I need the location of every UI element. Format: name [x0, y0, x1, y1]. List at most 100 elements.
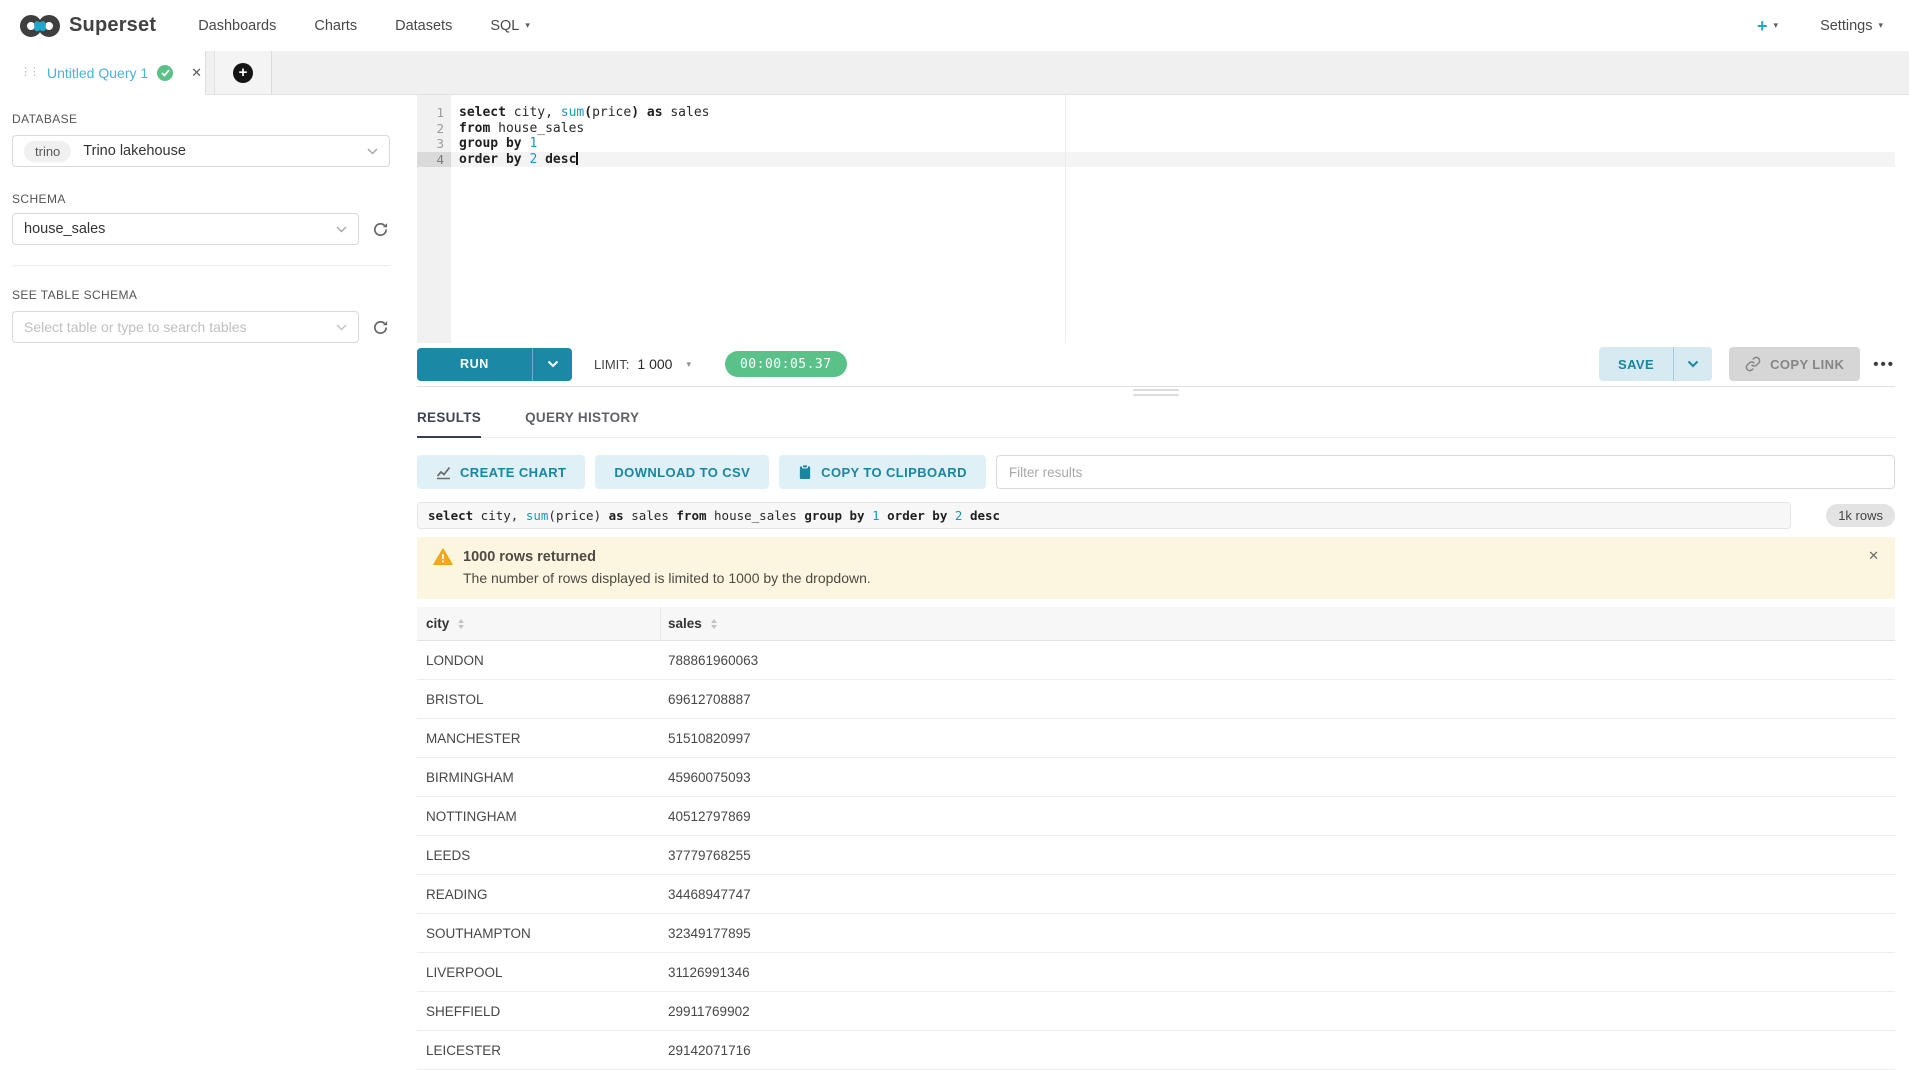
superset-logo[interactable]: Superset: [20, 14, 156, 38]
schema-label: SCHEMA: [12, 192, 390, 206]
cell-city: SOUTHAMPTON: [417, 926, 661, 941]
table-row: LONDON788861960063: [417, 641, 1895, 680]
new-item-menu[interactable]: + ▾: [1757, 17, 1778, 35]
results-table-header: city sales: [417, 607, 1895, 641]
chevron-down-icon: [367, 142, 378, 160]
code-token: group by: [459, 136, 522, 151]
sql-lab-page: Superset Dashboards Charts Datasets SQL …: [0, 0, 1909, 1070]
main-area: DATABASE trino Trino lakehouse SCHEMA ho…: [0, 95, 1909, 1070]
nav-item-datasets[interactable]: Datasets: [395, 18, 452, 34]
code-line: select city, sum(price) as sales: [451, 105, 1895, 121]
tab-untitled-query-1[interactable]: ⋮⋮ Untitled Query 1 ✕: [0, 51, 206, 95]
code-token: price: [592, 105, 631, 120]
nav-item-charts[interactable]: Charts: [314, 18, 357, 34]
run-options-button[interactable]: [532, 348, 572, 381]
refresh-schemas-button[interactable]: [370, 221, 390, 238]
chevron-down-icon: ▾: [686, 359, 691, 370]
code-token: from: [676, 508, 706, 523]
code-token: city,: [473, 508, 526, 523]
top-nav: Superset Dashboards Charts Datasets SQL …: [0, 0, 1909, 51]
copy-link-button[interactable]: COPY LINK: [1729, 347, 1860, 381]
limit-dropdown[interactable]: LIMIT: 1 000 ▾: [594, 356, 691, 372]
refresh-icon: [372, 319, 389, 336]
cell-city: MANCHESTER: [417, 731, 661, 746]
query-tab-bar: ⋮⋮ Untitled Query 1 ✕ +: [0, 51, 1909, 95]
nav-item-dashboards[interactable]: Dashboards: [198, 18, 276, 34]
cell-sales: 34468947747: [661, 887, 1895, 902]
save-options-button[interactable]: [1673, 347, 1712, 381]
column-header-sales[interactable]: sales: [661, 607, 1895, 640]
cell-city: LEICESTER: [417, 1043, 661, 1058]
add-tab-section: +: [214, 51, 272, 94]
column-header-city[interactable]: city: [417, 607, 661, 640]
nav-right: + ▾ Settings ▾: [1757, 17, 1883, 35]
query-preview-row: select city, sum(price) as sales from ho…: [417, 502, 1895, 529]
table-row: LEICESTER29142071716: [417, 1031, 1895, 1070]
table-row: BRISTOL69612708887: [417, 680, 1895, 719]
cell-sales: 31126991346: [661, 965, 1895, 980]
cell-city: READING: [417, 887, 661, 902]
code-token: group by: [804, 508, 864, 523]
link-icon: [1745, 356, 1761, 372]
code-token: order by: [459, 152, 522, 167]
sidebar-divider: [12, 265, 390, 266]
database-engine-badge: trino: [24, 141, 71, 162]
close-tab-icon[interactable]: ✕: [191, 65, 202, 81]
code-token: 1: [865, 508, 888, 523]
settings-menu[interactable]: Settings ▾: [1820, 18, 1883, 34]
text-cursor: [576, 152, 578, 165]
cell-sales: 32349177895: [661, 926, 1895, 941]
tab-query-history[interactable]: QUERY HISTORY: [525, 398, 639, 438]
code-token: select: [459, 105, 506, 120]
more-actions-button[interactable]: •••: [1873, 356, 1895, 373]
query-elapsed-timer: 00:00:05.37: [725, 351, 847, 377]
code-line: order by 2 desc: [451, 152, 1895, 168]
code-token: sales: [663, 105, 710, 120]
code-token: ) as: [631, 105, 662, 120]
refresh-tables-button[interactable]: [370, 319, 390, 336]
copy-to-clipboard-button[interactable]: COPY TO CLIPBOARD: [779, 455, 986, 489]
schema-select-value: house_sales: [24, 221, 105, 237]
gutter-line-number: 2: [417, 121, 451, 137]
code-token: 2: [522, 152, 538, 167]
editor-code-area[interactable]: select city, sum(price) as salesfrom hou…: [451, 95, 1895, 343]
nav-item-sql[interactable]: SQL ▾: [490, 18, 530, 34]
database-select-value: Trino lakehouse: [83, 143, 186, 159]
create-chart-button[interactable]: CREATE CHART: [417, 455, 585, 489]
filter-results-input[interactable]: [996, 455, 1895, 489]
add-tab-button[interactable]: +: [233, 63, 253, 83]
cell-city: SHEFFIELD: [417, 1004, 661, 1019]
cell-sales: 29911769902: [661, 1004, 1895, 1019]
download-csv-button[interactable]: DOWNLOAD TO CSV: [595, 455, 769, 489]
chevron-down-icon: ▾: [525, 20, 530, 31]
sort-icon: [458, 619, 464, 629]
table-row: NOTTINGHAM40512797869: [417, 797, 1895, 836]
database-label: DATABASE: [12, 112, 77, 126]
schema-select[interactable]: house_sales: [12, 213, 359, 245]
cell-city: LEEDS: [417, 848, 661, 863]
run-button-group: RUN: [417, 348, 572, 381]
close-alert-icon[interactable]: ✕: [1868, 548, 1879, 564]
code-token: (: [584, 105, 592, 120]
chevron-down-icon: [336, 318, 347, 336]
code-token: 2: [947, 508, 970, 523]
database-select[interactable]: trino Trino lakehouse: [12, 135, 390, 167]
sort-icon: [711, 619, 717, 629]
pane-resize-handle[interactable]: [417, 387, 1895, 399]
save-button[interactable]: SAVE: [1599, 347, 1673, 381]
row-limit-alert: 1000 rows returned The number of rows di…: [417, 537, 1895, 599]
brand-name: Superset: [69, 14, 156, 37]
tab-results[interactable]: RESULTS: [417, 398, 481, 438]
cell-sales: 45960075093: [661, 770, 1895, 785]
table-row: LEEDS37779768255: [417, 836, 1895, 875]
code-token: house_sales: [707, 508, 805, 523]
table-row: MANCHESTER51510820997: [417, 719, 1895, 758]
run-button[interactable]: RUN: [417, 348, 532, 381]
drag-handle-icon[interactable]: ⋮⋮: [20, 67, 38, 78]
cell-city: BIRMINGHAM: [417, 770, 661, 785]
table-select-placeholder: Select table or type to search tables: [24, 319, 247, 335]
code-token: (price): [548, 508, 608, 523]
chevron-down-icon: ▾: [1878, 20, 1883, 31]
table-select[interactable]: Select table or type to search tables: [12, 311, 359, 343]
save-button-group: SAVE: [1599, 347, 1712, 381]
